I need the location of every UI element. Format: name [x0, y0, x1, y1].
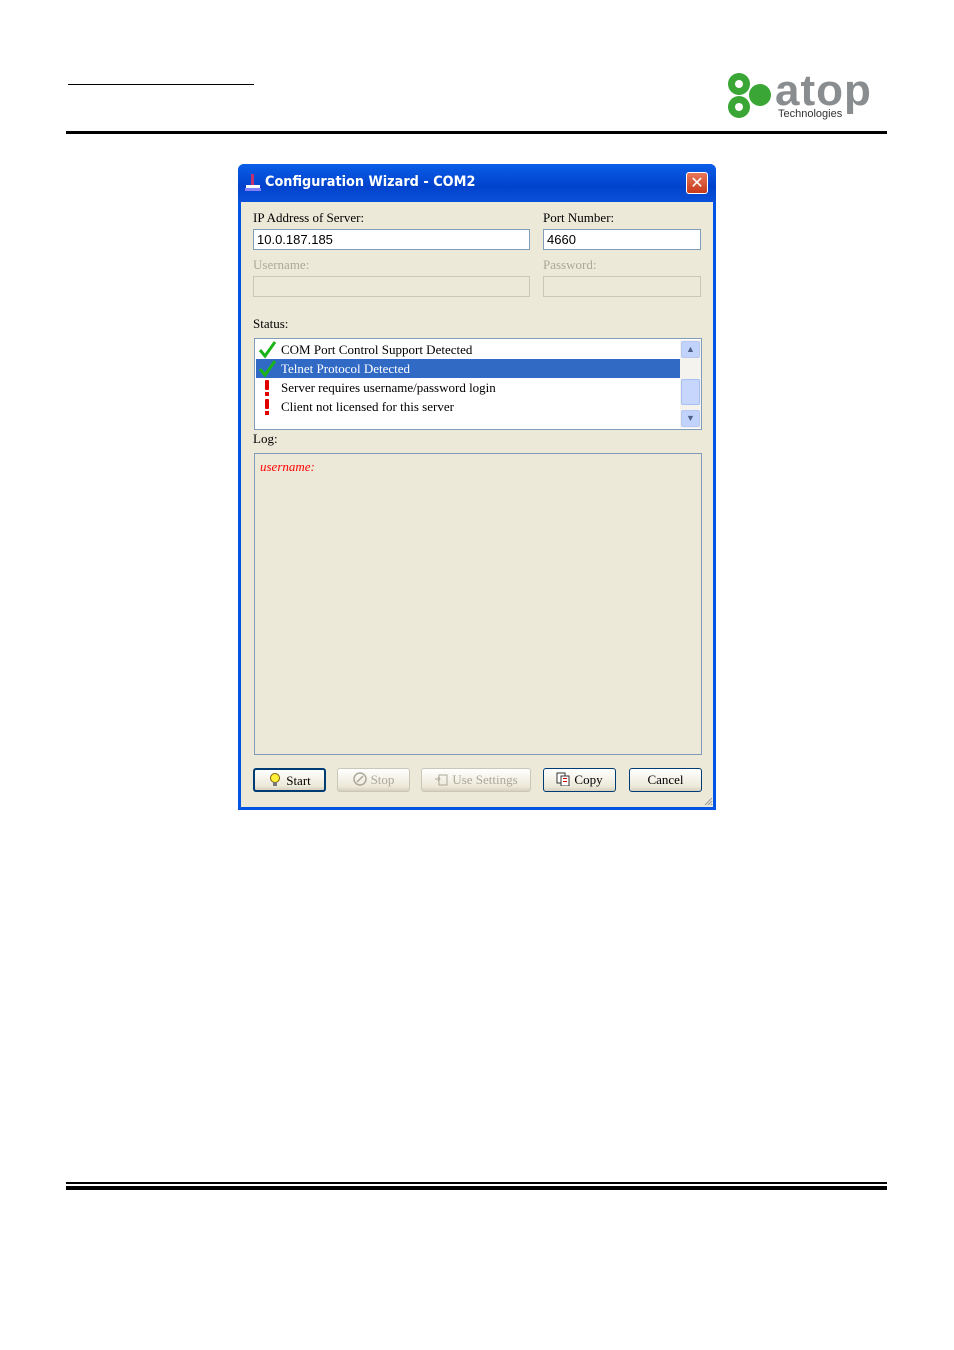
- username-label: Username:: [253, 257, 310, 272]
- scroll-thumb[interactable]: [681, 379, 700, 405]
- title-bar[interactable]: Configuration Wizard - COM2 ✕: [238, 164, 716, 202]
- log-label: Log:: [253, 431, 278, 446]
- footer-rule-thin: [66, 1182, 887, 1184]
- wizard-icon: [245, 174, 261, 191]
- log-area[interactable]: username:: [254, 453, 702, 755]
- exclamation-icon: [265, 399, 269, 415]
- status-list[interactable]: COM Port Control Support Detected Telnet…: [254, 338, 702, 430]
- footer-rule-thick: [66, 1186, 887, 1190]
- list-item-label: Server requires username/password login: [281, 380, 496, 395]
- start-label: Start: [286, 773, 311, 788]
- start-button[interactable]: Start: [253, 768, 326, 792]
- copy-button[interactable]: Copy: [543, 768, 616, 792]
- apply-settings-icon: [435, 774, 448, 786]
- list-item-label: Client not licensed for this server: [281, 399, 454, 414]
- ip-address-label: IP Address of Server:: [253, 210, 365, 225]
- copy-label: Copy: [574, 772, 603, 787]
- resize-grip-icon[interactable]: [703, 796, 713, 806]
- password-input[interactable]: [543, 276, 701, 297]
- scroll-down-icon[interactable]: ▼: [681, 410, 700, 427]
- dialog-body: IP Address of Server: 10.0.187.185 Port …: [241, 202, 713, 807]
- log-text: username:: [260, 459, 315, 474]
- list-item[interactable]: Client not licensed for this server: [256, 397, 680, 416]
- list-item-label: COM Port Control Support Detected: [281, 342, 473, 357]
- close-button[interactable]: ✕: [686, 172, 708, 194]
- stop-label: Stop: [370, 772, 395, 787]
- cancel-label: Cancel: [647, 772, 684, 787]
- header-underline: [68, 84, 254, 85]
- list-item[interactable]: COM Port Control Support Detected: [256, 340, 680, 359]
- logo-subtext: Technologies: [778, 108, 843, 120]
- password-label: Password:: [543, 257, 597, 272]
- exclamation-icon: [265, 380, 269, 396]
- status-label: Status:: [253, 316, 289, 331]
- window-title: Configuration Wizard - COM2: [265, 174, 476, 190]
- list-item[interactable]: Server requires username/password login: [256, 378, 680, 397]
- stop-icon: [352, 772, 367, 786]
- checkmark-icon: [258, 341, 276, 359]
- header-rule: [66, 131, 887, 134]
- status-scrollbar[interactable]: ▲ ▼: [680, 340, 701, 428]
- copy-icon: [556, 772, 570, 786]
- list-item[interactable]: Telnet Protocol Detected: [256, 359, 680, 378]
- port-number-input[interactable]: 4660: [543, 229, 701, 250]
- port-number-label: Port Number:: [543, 210, 615, 225]
- ip-address-input[interactable]: 10.0.187.185: [253, 229, 530, 250]
- username-input[interactable]: [253, 276, 530, 297]
- cancel-button[interactable]: Cancel: [629, 768, 702, 792]
- checkmark-icon: [258, 360, 276, 378]
- scroll-up-icon[interactable]: ▲: [681, 341, 700, 358]
- use-settings-button[interactable]: Use Settings: [421, 768, 531, 792]
- stop-button[interactable]: Stop: [337, 768, 410, 792]
- use-settings-label: Use Settings: [452, 772, 518, 787]
- list-item-label: Telnet Protocol Detected: [281, 361, 411, 376]
- configuration-wizard-window: Configuration Wizard - COM2 ✕ IP Address…: [238, 164, 716, 810]
- lightbulb-icon: [270, 773, 281, 786]
